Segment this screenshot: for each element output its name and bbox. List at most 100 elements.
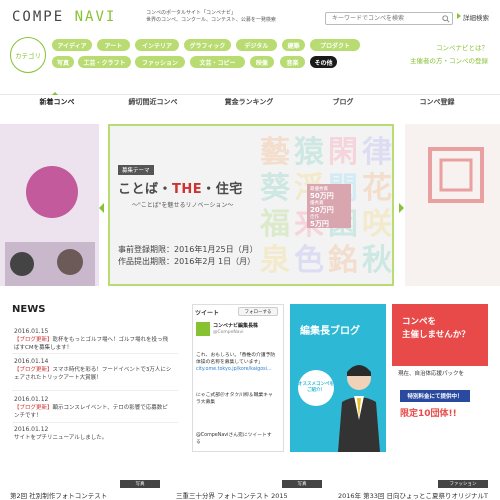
news-heading: NEWS [12,304,46,315]
search-icon [442,14,450,23]
hero-title-part-a: ことば [118,182,159,197]
news-date: 2016.01.12 [14,396,49,403]
news-item[interactable]: 【ブログ更新】スマホ時代を彩る！フードイベントで3万人にシェアされたトリックアー… [14,366,172,382]
news-divider [12,353,178,354]
bottom-card-title[interactable]: 三重三十分界 フォトコンテスト 2015 [176,490,288,500]
blog-banner-title: 編集長ブログ [300,326,360,337]
bottom-card-tag: 写真 [282,480,322,488]
logo-accent-text: NAVI [74,9,117,25]
host-banner-title: コンペを主催しませんか？ [402,316,470,342]
tweet-author-name[interactable]: コンペナビ編集長株 [213,322,258,329]
category-pill[interactable]: インテリア [135,39,179,51]
category-pill[interactable]: プロダクト [310,39,360,51]
hero-preregistration-deadline: 事前登録期限：2016年1月25日（月） [118,245,258,254]
hero-subtitle: 〜"ことば"を魅せるリノベーション〜 [132,202,234,209]
prev-slide-artwork [0,124,99,286]
news-item[interactable]: 【ブログ更新】顕示コンスレイベント、テロの影響で応募数ピンチです！ [14,404,172,420]
bottom-card-title[interactable]: 第2回 社別制作フォトコンテスト [10,490,107,500]
news-item[interactable]: 【ブログ更新】乾杯をもっとゴルフ場へ！ゴルフ場れを投っ飛ばすCMを募集します！ [14,336,172,352]
next-slide-artwork [405,124,500,286]
featured-compe-banner[interactable]: 藝猿閑律 葵浮聞花 福来園咲 泉色銘秋 募集テーマ ことば・THE・住宅 〜"こ… [108,124,394,286]
host-compe-banner[interactable]: コンペを主催しませんか？ 現在、自治体応援パックを 特別料金にて提供中！ 限定1… [392,304,488,452]
tweet-author-handle[interactable]: @CompeNavi [213,330,243,335]
tagline-line-1: コンペのポータルサイト「コンペナビ」 [146,10,237,16]
news-text: サイトをプチリニューアルしました。 [14,435,108,441]
twitter-widget-heading: ツイート [195,310,220,317]
retweet-author[interactable]: にゃこ式部＠オタク川柳＆職業キャラ大募集 [196,392,276,406]
category-pill[interactable]: 写真 [52,56,74,68]
svg-text:猿: 猿 [294,135,325,170]
nav-new-compe[interactable]: 新着コンペ [12,97,102,107]
host-register-link[interactable]: 主催者の方・コンペの登録 [410,55,488,65]
editor-blog-banner[interactable]: 編集長ブログ オススメコンペをご紹介！ [290,304,386,452]
host-banner-offer: 特別料金にて提供中！ [400,390,470,402]
svg-text:泉: 泉 [260,243,290,278]
carousel-prev-arrow-icon[interactable] [99,203,104,213]
news-date: 2016.01.12 [14,426,49,433]
tweet-link[interactable]: city.ome.tokyo.jp/kore/kaigosi... [196,367,272,372]
carousel-next-arrow-icon[interactable] [399,203,404,213]
svg-text:葵: 葵 [260,171,291,206]
logo-main-text: COMPE [12,9,65,25]
nav-deadline-compe[interactable]: 締切間近コンペ [108,97,198,107]
category-pill[interactable]: ファッション [135,56,185,68]
host-banner-title-line-1: コンペを [402,317,437,327]
prize-1-value: 50万円 [310,192,334,200]
tweet-to-link[interactable]: @CompeNaviさん宛にツイートする [196,432,276,446]
search-button[interactable] [412,13,452,24]
advanced-search-link[interactable]: 詳細検索 [457,12,489,22]
category-pill[interactable]: アイディア [52,39,92,51]
prize-3-value: 5万円 [310,220,329,228]
category-pill[interactable]: 音楽 [280,56,305,68]
bottom-card-tag: ファッション [438,480,488,488]
hero-theme-tag: 募集テーマ [118,165,154,175]
hero-title-part-c: 住宅 [215,182,243,197]
nav-compe-register[interactable]: コンペ登録 [392,97,482,107]
prize-box: 最優秀賞 50万円 優秀賞 20万円 佳作 5万円 [307,184,351,228]
editor-portrait [338,365,380,452]
host-banner-limited: 限定10団体!! [400,409,457,419]
carousel-next-slide[interactable] [405,124,500,286]
host-banner-panel-text: 現在、自治体応援パックを [398,371,465,377]
category-pill[interactable]: アート [97,39,130,51]
host-banner-title-line-2: 主催しませんか？ [402,330,470,340]
category-pill[interactable]: 建築 [282,39,305,51]
twitter-follow-button[interactable]: フォローする [238,307,278,316]
category-pill[interactable]: グラフィック [184,39,231,51]
tweet-body: これ、おもしろい。「香椎の介護予防体操の名称を募集しています」 city.ome.… [196,352,278,373]
svg-text:銘: 銘 [328,243,358,278]
tagline-line-2: 世界のコンペ、コンクール、コンテスト、公募を一発検索 [146,17,276,23]
news-divider [12,390,178,391]
svg-text:色: 色 [294,243,324,278]
category-pill[interactable]: 映像 [250,56,274,68]
bottom-card-tag: 写真 [120,480,160,488]
hero-submission-deadline: 作品提出期限：2016年2月 1日（月） [118,257,256,266]
nav-blog[interactable]: ブログ [298,97,388,107]
svg-text:閑: 閑 [328,135,358,170]
news-category: 【ブログ更新】 [14,405,53,411]
nav-prize-ranking[interactable]: 賞金ランキング [204,97,294,107]
news-divider [12,422,178,423]
nav-divider [0,94,500,95]
avatar[interactable] [196,322,210,336]
bottom-card-title[interactable]: 2016年 第33回 日向ひょっとこ夏祭りオリジナルT [338,490,498,500]
hero-title: ことば・THE・住宅 [118,182,243,197]
svg-text:藝: 藝 [260,135,290,170]
category-pill[interactable]: その他 [310,56,337,68]
news-date: 2016.01.14 [14,358,49,365]
category-pill[interactable]: 文芸・コピー [190,56,245,68]
site-tagline: コンペのポータルサイト「コンペナビ」 世界のコンペ、コンクール、コンテスト、公募… [146,10,316,24]
svg-text:花: 花 [362,171,392,206]
news-date: 2016.01.15 [14,328,49,335]
category-pill[interactable]: デジタル [236,39,277,51]
category-pill[interactable]: 工芸・クラフト [78,56,131,68]
category-label: カテゴリ [10,37,46,73]
nav-active-indicator [52,92,58,95]
carousel-prev-slide[interactable] [0,124,99,286]
svg-text:咲: 咲 [362,207,393,242]
logo[interactable]: COMPE NAVI [12,9,116,25]
news-item[interactable]: サイトをプチリニューアルしました。 [14,434,172,442]
tweet-text: これ、おもしろい。「香椎の介護予防体操の名称を募集しています」 [196,353,276,365]
hero-title-part-b: THE [172,182,203,197]
about-link[interactable]: コンペナビとは？ [436,42,488,52]
